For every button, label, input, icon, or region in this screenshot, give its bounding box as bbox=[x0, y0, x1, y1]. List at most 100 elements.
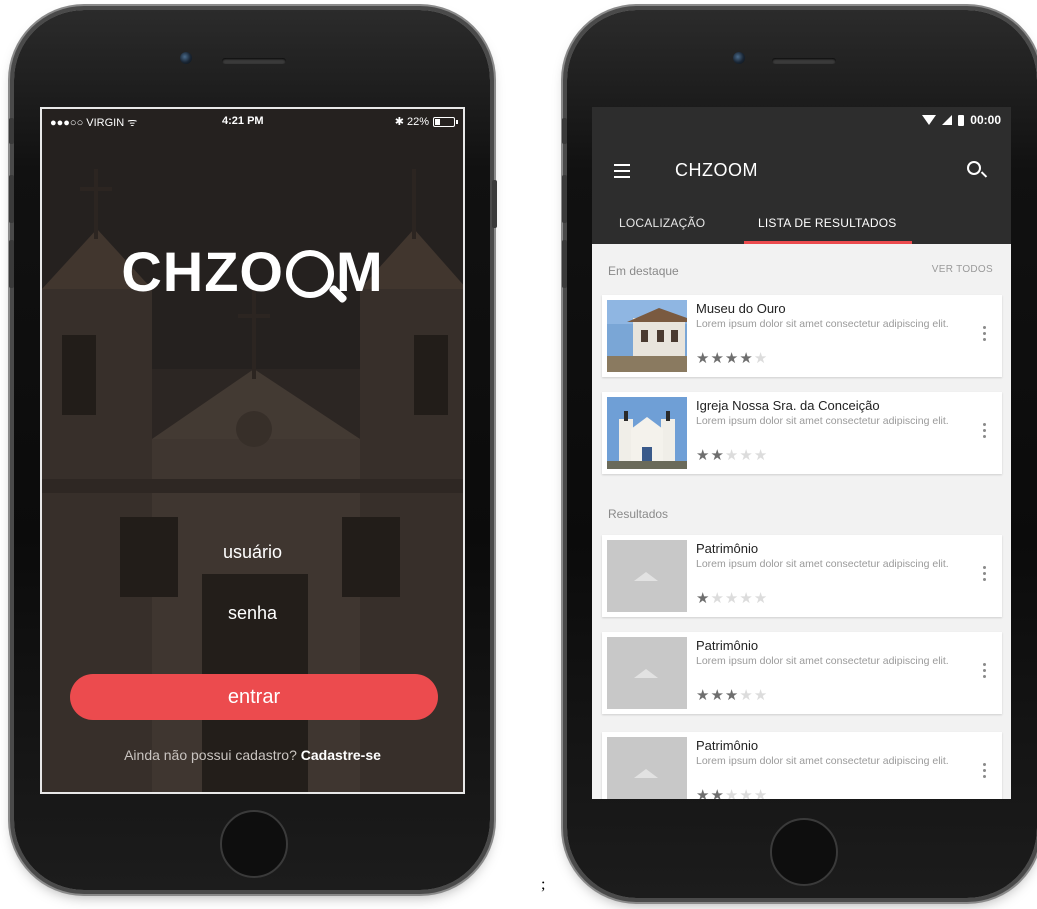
star-filled-icon: ★ bbox=[696, 787, 711, 799]
separator-text: ; bbox=[541, 876, 546, 893]
mountain-icon bbox=[634, 572, 658, 581]
camera-icon bbox=[180, 52, 192, 64]
more-options-icon[interactable] bbox=[983, 326, 986, 341]
home-button[interactable] bbox=[220, 810, 288, 878]
speaker-grille bbox=[772, 58, 836, 64]
toolbar: CHZOOM bbox=[592, 147, 1011, 197]
star-empty-icon: ★ bbox=[753, 350, 769, 367]
star-filled-icon: ★ bbox=[710, 687, 725, 704]
image-placeholder bbox=[607, 540, 687, 612]
church-photo bbox=[607, 397, 687, 469]
volume-button bbox=[562, 118, 567, 144]
battery-icon bbox=[958, 114, 965, 126]
volume-button bbox=[562, 240, 567, 288]
featured-heading: Em destaque bbox=[608, 264, 679, 278]
app-logo: CHZO M bbox=[42, 239, 463, 304]
star-empty-icon: ★ bbox=[739, 687, 754, 704]
results-screen: 00:00 CHZOOM LOCALIZAÇÃO LISTA DE RESULT… bbox=[592, 107, 1011, 799]
see-all-link[interactable]: VER TODOS bbox=[932, 264, 993, 275]
volume-button bbox=[9, 175, 14, 223]
list-item[interactable]: Patrimônio Lorem ipsum dolor sit amet co… bbox=[602, 632, 1002, 714]
star-filled-icon: ★ bbox=[696, 687, 711, 704]
item-title: Patrimônio bbox=[696, 541, 759, 556]
wifi-icon bbox=[922, 115, 937, 125]
magnifier-museum-icon bbox=[286, 249, 334, 298]
enter-button[interactable]: entrar bbox=[70, 674, 438, 720]
item-title: Museu do Ouro bbox=[696, 301, 786, 316]
star-empty-icon: ★ bbox=[724, 787, 740, 799]
star-rating: ★★★★★ bbox=[696, 446, 768, 464]
item-title: Igreja Nossa Sra. da Conceição bbox=[696, 398, 880, 413]
list-item[interactable]: Museu do Ouro Lorem ipsum dolor sit amet… bbox=[602, 295, 1002, 377]
item-description: Lorem ipsum dolor sit amet consectetur a… bbox=[696, 558, 949, 570]
signup-prompt-text: Ainda não possui cadastro? bbox=[124, 747, 297, 763]
battery-percent: ✱ 22% bbox=[394, 116, 429, 128]
star-filled-icon: ★ bbox=[696, 350, 711, 367]
item-title: Patrimônio bbox=[696, 638, 759, 653]
star-empty-icon: ★ bbox=[753, 787, 769, 799]
star-rating: ★★★★★ bbox=[696, 686, 768, 704]
item-description: Lorem ipsum dolor sit amet consectetur a… bbox=[696, 318, 949, 330]
login-screen: ●●●○○ VIRGIN ᯤ 4:21 PM ✱ 22% CHZO M usuá… bbox=[40, 107, 465, 794]
star-filled-icon: ★ bbox=[724, 687, 740, 704]
more-options-icon[interactable] bbox=[983, 763, 986, 778]
signup-prompt: Ainda não possui cadastro? Cadastre-se bbox=[42, 747, 463, 763]
signal-icon bbox=[942, 115, 953, 125]
signup-link[interactable]: Cadastre-se bbox=[301, 747, 381, 763]
logo-text-prefix: CHZO bbox=[121, 240, 284, 303]
item-description: Lorem ipsum dolor sit amet consectetur a… bbox=[696, 755, 949, 767]
image-placeholder bbox=[607, 637, 687, 709]
star-empty-icon: ★ bbox=[753, 687, 769, 704]
hamburger-menu-icon[interactable] bbox=[614, 164, 630, 178]
status-time: 00:00 bbox=[970, 113, 1001, 127]
museum-photo bbox=[607, 300, 687, 372]
star-filled-icon: ★ bbox=[724, 350, 740, 367]
image-placeholder bbox=[607, 737, 687, 799]
more-options-icon[interactable] bbox=[983, 663, 986, 678]
mountain-icon bbox=[634, 769, 658, 778]
list-item[interactable]: Patrimônio Lorem ipsum dolor sit amet co… bbox=[602, 732, 1002, 799]
star-empty-icon: ★ bbox=[739, 447, 754, 464]
item-title: Patrimônio bbox=[696, 738, 759, 753]
list-item[interactable]: Igreja Nossa Sra. da Conceição Lorem ips… bbox=[602, 392, 1002, 474]
results-section-header: Resultados bbox=[592, 502, 1011, 526]
star-rating: ★★★★★ bbox=[696, 786, 768, 799]
star-filled-icon: ★ bbox=[696, 590, 711, 607]
star-empty-icon: ★ bbox=[739, 590, 754, 607]
camera-icon bbox=[733, 52, 745, 64]
tab-location[interactable]: LOCALIZAÇÃO bbox=[619, 216, 705, 230]
star-filled-icon: ★ bbox=[710, 787, 725, 799]
star-empty-icon: ★ bbox=[724, 590, 740, 607]
item-description: Lorem ipsum dolor sit amet consectetur a… bbox=[696, 415, 949, 427]
star-filled-icon: ★ bbox=[739, 350, 754, 367]
star-rating: ★★★★★ bbox=[696, 349, 768, 367]
more-options-icon[interactable] bbox=[983, 566, 986, 581]
star-empty-icon: ★ bbox=[753, 447, 769, 464]
tab-results-list[interactable]: LISTA DE RESULTADOS bbox=[758, 216, 897, 230]
item-description: Lorem ipsum dolor sit amet consectetur a… bbox=[696, 655, 949, 667]
app-header: 00:00 CHZOOM LOCALIZAÇÃO LISTA DE RESULT… bbox=[592, 107, 1011, 244]
list-item[interactable]: Patrimônio Lorem ipsum dolor sit amet co… bbox=[602, 535, 1002, 617]
star-filled-icon: ★ bbox=[710, 447, 725, 464]
star-empty-icon: ★ bbox=[739, 787, 754, 799]
volume-button bbox=[9, 240, 14, 288]
star-filled-icon: ★ bbox=[710, 350, 725, 367]
password-field[interactable]: senha bbox=[42, 603, 463, 624]
username-field[interactable]: usuário bbox=[42, 542, 463, 563]
star-rating: ★★★★★ bbox=[696, 589, 768, 607]
android-status-bar: 00:00 bbox=[922, 113, 1001, 127]
featured-section-header: Em destaque VER TODOS bbox=[592, 259, 1011, 283]
search-icon[interactable] bbox=[967, 161, 981, 175]
battery-status: ✱ 22% bbox=[394, 115, 458, 128]
speaker-grille bbox=[222, 58, 286, 64]
tab-bar: LOCALIZAÇÃO LISTA DE RESULTADOS bbox=[592, 210, 1011, 244]
battery-icon bbox=[433, 116, 458, 127]
volume-button bbox=[562, 175, 567, 223]
carrier-signal: ●●●○○ VIRGIN ᯤ bbox=[50, 117, 138, 129]
more-options-icon[interactable] bbox=[983, 423, 986, 438]
volume-button bbox=[9, 118, 14, 144]
home-button[interactable] bbox=[770, 818, 838, 886]
power-button bbox=[492, 180, 497, 228]
star-filled-icon: ★ bbox=[696, 447, 711, 464]
mountain-icon bbox=[634, 669, 658, 678]
